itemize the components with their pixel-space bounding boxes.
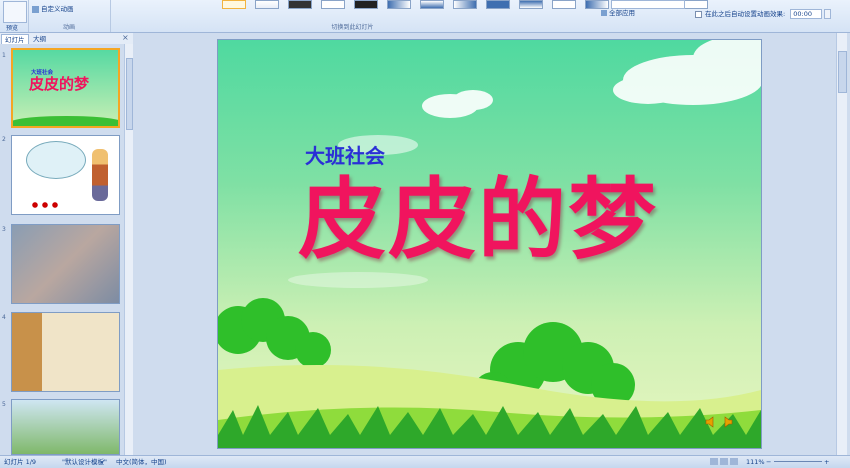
transition-thumb[interactable] <box>519 0 543 9</box>
slide-subtitle[interactable]: 大班社会 <box>305 144 385 168</box>
tab-outline[interactable]: 大纲 <box>30 34 49 44</box>
check-icon[interactable]: ✓ <box>100 456 106 468</box>
spin-icon[interactable] <box>824 9 832 19</box>
scroll-thumb[interactable] <box>126 58 133 130</box>
slide-thumbnail-2[interactable] <box>11 135 120 215</box>
transition-thumb[interactable] <box>486 0 510 9</box>
zoom-slider[interactable] <box>774 461 822 462</box>
slide-thumbnail-3[interactable] <box>11 224 120 304</box>
transition-thumb[interactable] <box>552 0 576 9</box>
slide-number: 5 <box>2 401 6 408</box>
speed-select[interactable] <box>611 0 685 9</box>
apply-all-icon <box>601 10 607 16</box>
scroll-thumb[interactable] <box>838 51 847 93</box>
transition-thumb[interactable] <box>288 0 312 9</box>
custom-animation-button[interactable]: 自定义动画 <box>32 4 74 14</box>
transition-thumb[interactable] <box>387 0 411 9</box>
transition-group-label: 切换到此幻灯片 <box>331 24 374 31</box>
preview-group: 预览 <box>0 0 29 32</box>
auto-after-row: 在此之后自动设置动画效果: 00:00 <box>695 9 832 19</box>
status-zoom: 111% <box>746 458 765 466</box>
transition-thumb[interactable] <box>420 0 444 9</box>
status-language: 中文(简体，中国) <box>116 458 167 466</box>
auto-after-input[interactable]: 00:00 <box>790 9 823 19</box>
animation-group: 自定义动画 动画 <box>28 0 111 32</box>
slide-thumbnail-4[interactable] <box>11 312 120 392</box>
thumb1-title: 皮皮的梦 <box>29 75 90 93</box>
slide-number: 1 <box>2 52 6 59</box>
transition-thumb[interactable] <box>255 0 279 9</box>
auto-after-checkbox[interactable] <box>695 10 702 18</box>
slide-number: 2 <box>2 136 6 143</box>
custom-animation-label: 自定义动画 <box>41 5 74 13</box>
view-buttons[interactable] <box>710 458 738 465</box>
close-icon[interactable]: × <box>122 33 129 43</box>
status-slide-info: 幻灯片 1/9 <box>4 458 37 466</box>
ribbon: 预览 自定义动画 动画 切换到此幻灯片 全部应用 在此之后自动设置动画效果: 0… <box>0 0 850 33</box>
zoom-plus-icon[interactable]: + <box>824 456 829 468</box>
transition-thumb[interactable] <box>222 0 246 9</box>
transition-thumb[interactable] <box>354 0 378 9</box>
apply-all-button[interactable]: 全部应用 <box>601 9 635 18</box>
zoom-minus-icon[interactable]: − <box>766 456 771 468</box>
thumb2-cloud <box>26 141 86 179</box>
slide-number: 3 <box>2 226 6 233</box>
slides-panel: 1 大班社会 皮皮的梦 2 3 4 5 <box>0 44 133 455</box>
timing-group: 全部应用 在此之后自动设置动画效果: 00:00 <box>595 0 850 32</box>
slide-title[interactable]: 皮皮的梦 <box>298 172 658 268</box>
thumb1-grass <box>13 116 118 126</box>
transition-thumb[interactable] <box>321 0 345 9</box>
transition-group: 切换到此幻灯片 <box>110 0 708 32</box>
custom-animation-icon <box>32 5 39 13</box>
animation-group-label: 动画 <box>62 24 75 31</box>
speaker-icon[interactable] <box>721 416 733 428</box>
preview-button[interactable] <box>3 1 27 23</box>
slides-panel-scrollbar[interactable] <box>124 44 133 455</box>
auto-after-label: 在此之后自动设置动画效果: <box>705 10 786 18</box>
status-bar: 幻灯片 1/9 "默认设计模板" ✓ 中文(简体，中国) 111% − + <box>0 455 850 468</box>
editor-scrollbar[interactable] <box>836 33 847 455</box>
speaker-icon[interactable] <box>705 416 717 428</box>
thumb2-boy <box>92 149 108 201</box>
slide-thumbnail-5[interactable] <box>11 399 120 455</box>
preview-label: 预览 <box>6 25 19 32</box>
transition-thumb[interactable] <box>453 0 477 9</box>
slide-thumbnail-1[interactable]: 大班社会 皮皮的梦 <box>11 48 120 128</box>
slide-canvas[interactable]: 大班社会 皮皮的梦 <box>218 40 761 448</box>
slide-number: 4 <box>2 314 6 321</box>
apply-all-label: 全部应用 <box>609 9 635 17</box>
thumb2-dots <box>30 202 60 208</box>
